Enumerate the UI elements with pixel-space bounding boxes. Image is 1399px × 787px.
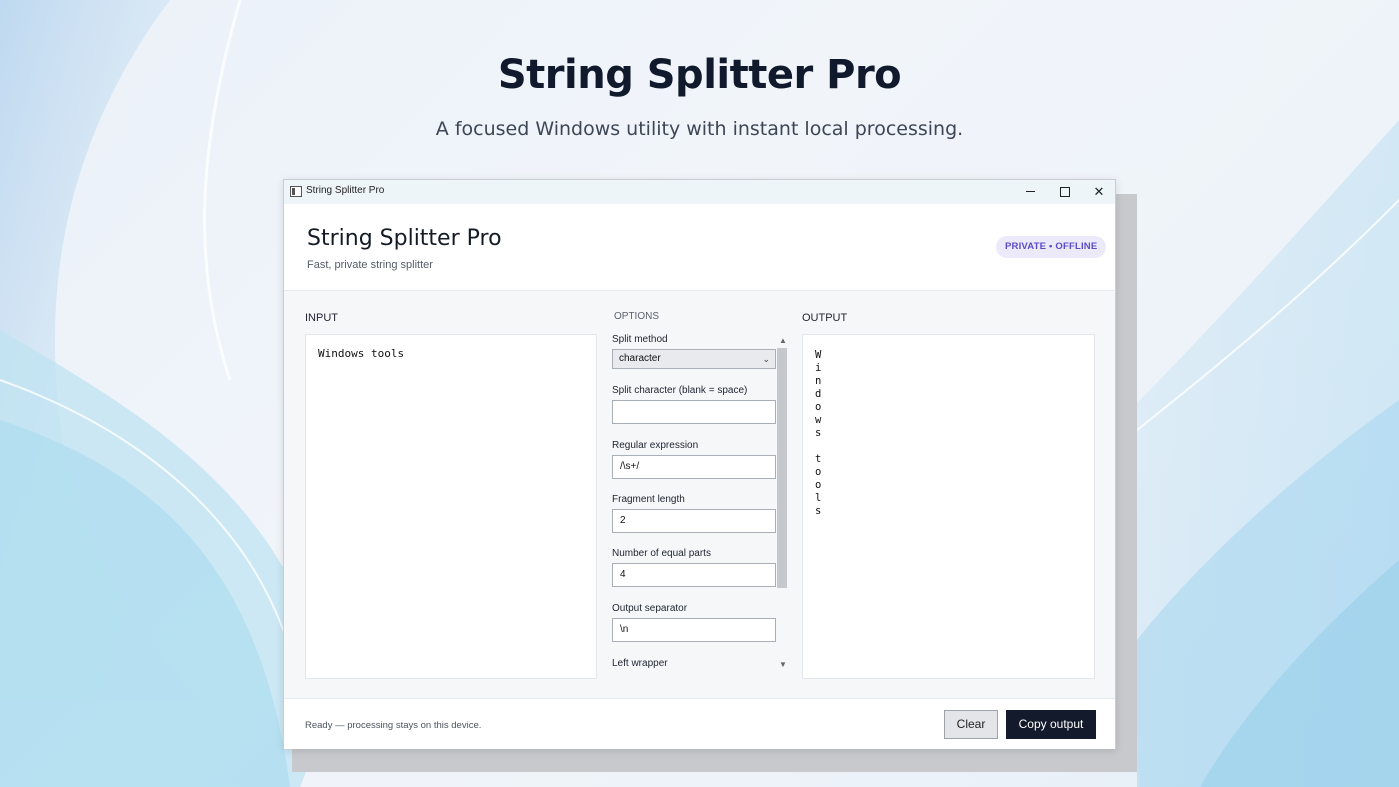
- status-text: Ready — processing stays on this device.: [305, 720, 482, 731]
- equal-parts-label: Number of equal parts: [612, 548, 711, 559]
- input-label: INPUT: [305, 312, 338, 324]
- options-label: OPTIONS: [614, 311, 660, 322]
- app-window: String Splitter Pro ✕ String Splitter Pr…: [283, 179, 1116, 749]
- output-line: t: [815, 453, 822, 465]
- split-method-label: Split method: [612, 334, 668, 345]
- chevron-down-icon: ⌄: [762, 354, 770, 364]
- output-line: l: [815, 492, 822, 504]
- regex-input[interactable]: /\s+/: [612, 455, 776, 479]
- clear-button[interactable]: Clear: [944, 710, 998, 739]
- app-icon: [290, 186, 302, 197]
- scroll-thumb[interactable]: [777, 348, 787, 588]
- hero-subtitle: A focused Windows utility with instant l…: [435, 118, 964, 140]
- output-separator-input[interactable]: \n: [612, 618, 776, 642]
- output-line: o: [815, 401, 822, 413]
- fragment-length-input[interactable]: 2: [612, 509, 776, 533]
- app-title: String Splitter Pro: [307, 226, 502, 251]
- close-button[interactable]: ✕: [1082, 180, 1116, 204]
- regex-label: Regular expression: [612, 440, 699, 451]
- output-line: o: [815, 479, 822, 491]
- split-method-select[interactable]: character ⌄: [612, 349, 776, 369]
- main-content: INPUT OPTIONS OUTPUT Windows tools Split…: [284, 291, 1115, 698]
- split-method-value: character: [619, 353, 661, 364]
- output-line: i: [815, 362, 822, 374]
- app-subtitle: Fast, private string splitter: [307, 259, 433, 271]
- options-panel: Split method character ⌄ Split character…: [612, 333, 788, 673]
- title-bar[interactable]: String Splitter Pro ✕: [284, 180, 1115, 205]
- output-textarea[interactable]: Windowstools: [802, 334, 1095, 679]
- output-line: d: [815, 388, 822, 400]
- scroll-down-icon[interactable]: ▼: [779, 660, 787, 669]
- minimize-button[interactable]: [1014, 180, 1048, 204]
- minimize-icon: [1026, 191, 1035, 192]
- left-wrapper-label: Left wrapper: [612, 658, 668, 669]
- app-header: String Splitter Pro Fast, private string…: [284, 204, 1115, 291]
- output-line: W: [815, 349, 822, 361]
- maximize-button[interactable]: [1048, 180, 1082, 204]
- input-text: Windows tools: [318, 347, 405, 360]
- options-scrollbar[interactable]: ▲ ▼: [776, 334, 788, 671]
- close-icon: ✕: [1093, 184, 1105, 199]
- copy-output-button[interactable]: Copy output: [1006, 710, 1096, 739]
- hero-title: String Splitter Pro: [497, 52, 902, 98]
- window-title: String Splitter Pro: [306, 185, 385, 196]
- scroll-up-icon[interactable]: ▲: [779, 336, 787, 345]
- output-label: OUTPUT: [802, 312, 848, 324]
- footer-bar: Ready — processing stays on this device.…: [284, 698, 1115, 749]
- status-badge: PRIVATE • OFFLINE: [996, 236, 1107, 258]
- output-line: s: [815, 427, 822, 439]
- split-character-input[interactable]: [612, 400, 776, 424]
- output-separator-label: Output separator: [612, 603, 688, 614]
- input-textarea[interactable]: Windows tools: [305, 334, 597, 679]
- output-line: o: [815, 466, 822, 478]
- output-line: n: [815, 375, 822, 387]
- split-character-label: Split character (blank = space): [612, 385, 748, 396]
- fragment-length-label: Fragment length: [612, 494, 685, 505]
- output-line: w: [815, 414, 822, 426]
- output-line: s: [815, 505, 822, 517]
- equal-parts-input[interactable]: 4: [612, 563, 776, 587]
- maximize-icon: [1060, 187, 1070, 197]
